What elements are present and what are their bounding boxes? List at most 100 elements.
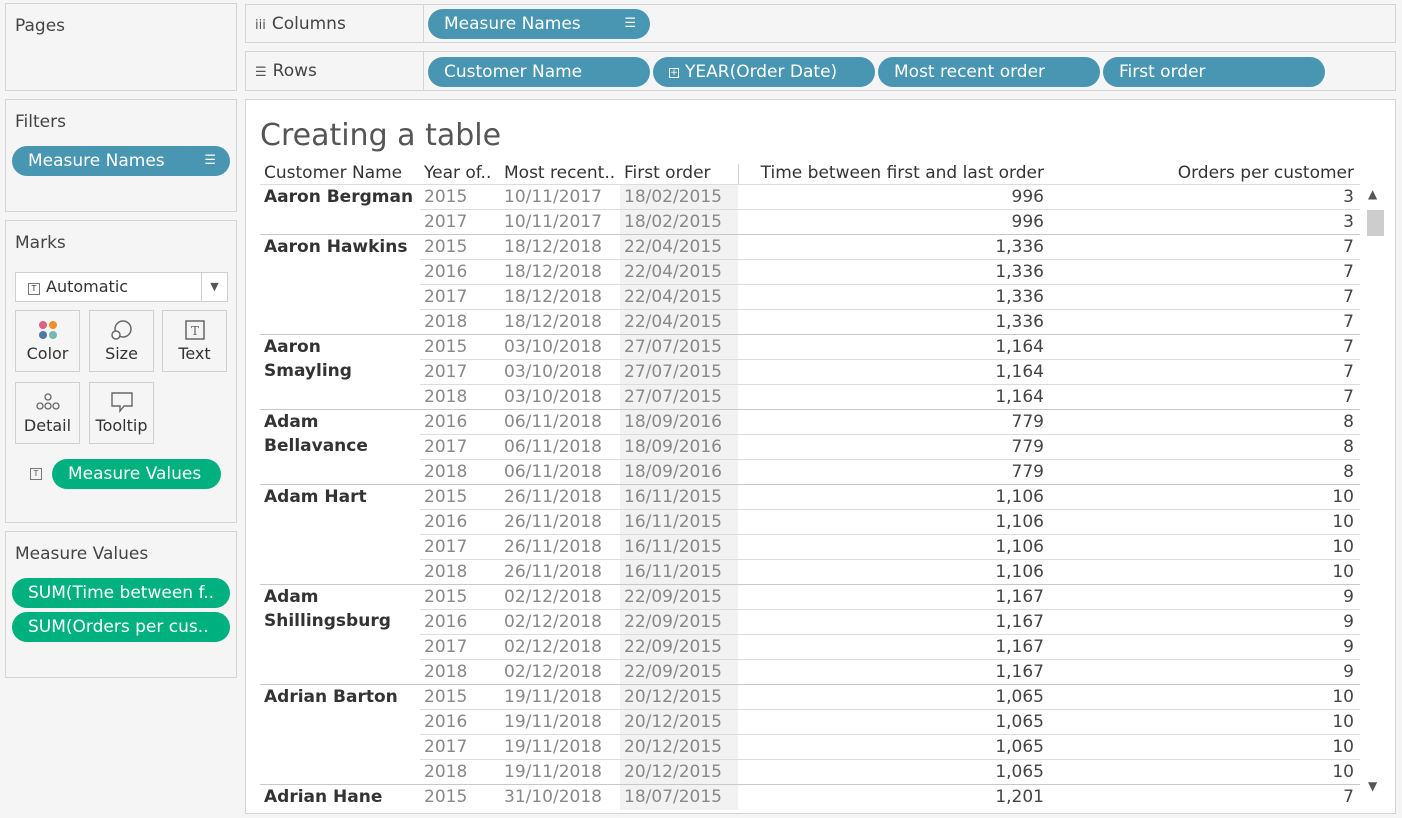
- cell-most-recent[interactable]: 26/11/2018: [504, 535, 616, 560]
- cell-time-between[interactable]: 1,167: [740, 660, 1044, 685]
- rows-pill-most-recent-order[interactable]: Most recent order: [878, 57, 1100, 87]
- cell-most-recent[interactable]: 26/11/2018: [504, 510, 616, 535]
- cell-orders-per-customer[interactable]: 10: [1126, 560, 1354, 585]
- header-most-recent[interactable]: Most recent..: [504, 163, 616, 183]
- cell-orders-per-customer[interactable]: 10: [1126, 485, 1354, 510]
- cell-orders-per-customer[interactable]: 7: [1126, 235, 1354, 260]
- customer-name-cell[interactable]: Aaron Bergman: [264, 185, 414, 209]
- cell-orders-per-customer[interactable]: 10: [1126, 535, 1354, 560]
- cell-time-between[interactable]: 1,065: [740, 735, 1044, 760]
- cell-most-recent[interactable]: 26/11/2018: [504, 560, 616, 585]
- cell-time-between[interactable]: 779: [740, 435, 1044, 460]
- cell-year[interactable]: 2015: [424, 685, 496, 710]
- cell-first-order[interactable]: 22/04/2015: [624, 310, 736, 335]
- cell-most-recent[interactable]: 06/11/2018: [504, 435, 616, 460]
- cell-time-between[interactable]: 1,336: [740, 260, 1044, 285]
- cell-first-order[interactable]: 22/04/2015: [624, 235, 736, 260]
- filters-card[interactable]: Filters Measure Names ☰: [5, 99, 237, 212]
- cell-first-order[interactable]: 22/09/2015: [624, 610, 736, 635]
- cell-time-between[interactable]: 779: [740, 410, 1044, 435]
- cell-time-between[interactable]: 1,167: [740, 635, 1044, 660]
- cell-first-order[interactable]: 22/09/2015: [624, 635, 736, 660]
- header-first-order[interactable]: First order: [624, 163, 736, 183]
- cell-most-recent[interactable]: 03/10/2018: [504, 385, 616, 410]
- cell-year[interactable]: 2015: [424, 335, 496, 360]
- cell-most-recent[interactable]: 10/11/2017: [504, 185, 616, 210]
- cell-time-between[interactable]: 1,336: [740, 285, 1044, 310]
- cell-year[interactable]: 2018: [424, 310, 496, 335]
- cell-first-order[interactable]: 22/09/2015: [624, 660, 736, 685]
- cell-most-recent[interactable]: 19/11/2018: [504, 710, 616, 735]
- cell-most-recent[interactable]: 19/11/2018: [504, 685, 616, 710]
- cell-most-recent[interactable]: 03/10/2018: [504, 360, 616, 385]
- cell-time-between[interactable]: 1,106: [740, 485, 1044, 510]
- cell-year[interactable]: 2018: [424, 560, 496, 585]
- cell-year[interactable]: 2015: [424, 785, 496, 810]
- size-button[interactable]: Size: [89, 310, 154, 372]
- cell-orders-per-customer[interactable]: 7: [1126, 335, 1354, 360]
- cell-first-order[interactable]: 22/09/2015: [624, 585, 736, 610]
- cell-first-order[interactable]: 18/09/2016: [624, 410, 736, 435]
- cell-year[interactable]: 2015: [424, 485, 496, 510]
- cell-time-between[interactable]: 1,065: [740, 685, 1044, 710]
- cell-orders-per-customer[interactable]: 10: [1126, 685, 1354, 710]
- cell-orders-per-customer[interactable]: 10: [1126, 510, 1354, 535]
- filter-pill-measure-names[interactable]: Measure Names ☰: [12, 146, 230, 176]
- cell-year[interactable]: 2016: [424, 510, 496, 535]
- cell-time-between[interactable]: 1,065: [740, 760, 1044, 785]
- cell-time-between[interactable]: 1,164: [740, 360, 1044, 385]
- rows-pill-customer-name[interactable]: Customer Name: [428, 57, 650, 87]
- cell-time-between[interactable]: 1,106: [740, 560, 1044, 585]
- mark-type-dropdown[interactable]: T Automatic ▼: [15, 272, 228, 302]
- cell-time-between[interactable]: 996: [740, 185, 1044, 210]
- customer-name-cell[interactable]: Adam Bellavance: [264, 410, 414, 458]
- cell-year[interactable]: 2016: [424, 260, 496, 285]
- header-year[interactable]: Year of..: [424, 163, 499, 183]
- cell-first-order[interactable]: 20/12/2015: [624, 760, 736, 785]
- customer-name-cell[interactable]: Adam Hart: [264, 485, 414, 509]
- cell-orders-per-customer[interactable]: 7: [1126, 385, 1354, 410]
- cell-first-order[interactable]: 18/02/2015: [624, 210, 736, 235]
- cell-year[interactable]: 2016: [424, 410, 496, 435]
- cell-most-recent[interactable]: 02/12/2018: [504, 610, 616, 635]
- cell-most-recent[interactable]: 19/11/2018: [504, 735, 616, 760]
- text-button[interactable]: T Text: [162, 310, 227, 372]
- cell-time-between[interactable]: 1,201: [740, 785, 1044, 810]
- cell-most-recent[interactable]: 02/12/2018: [504, 585, 616, 610]
- cell-year[interactable]: 2018: [424, 760, 496, 785]
- cell-first-order[interactable]: 20/12/2015: [624, 710, 736, 735]
- cell-orders-per-customer[interactable]: 10: [1126, 710, 1354, 735]
- cell-year[interactable]: 2015: [424, 185, 496, 210]
- cell-most-recent[interactable]: 31/10/2018: [504, 785, 616, 810]
- cell-orders-per-customer[interactable]: 3: [1126, 210, 1354, 235]
- cell-time-between[interactable]: 1,336: [740, 310, 1044, 335]
- cell-first-order[interactable]: 16/11/2015: [624, 510, 736, 535]
- cell-time-between[interactable]: 1,164: [740, 335, 1044, 360]
- measure-value-pill-time-between[interactable]: SUM(Time between f..: [12, 578, 230, 608]
- measure-value-pill-orders-per-customer[interactable]: SUM(Orders per cus..: [12, 612, 230, 642]
- header-orders-per-customer[interactable]: Orders per customer: [1126, 163, 1354, 183]
- cell-year[interactable]: 2015: [424, 235, 496, 260]
- scroll-thumb[interactable]: [1367, 210, 1384, 236]
- cell-year[interactable]: 2018: [424, 385, 496, 410]
- cell-orders-per-customer[interactable]: 7: [1126, 310, 1354, 335]
- customer-name-cell[interactable]: Adrian Hane: [264, 785, 414, 809]
- cell-most-recent[interactable]: 10/11/2017: [504, 210, 616, 235]
- cell-first-order[interactable]: 18/09/2016: [624, 460, 736, 485]
- cell-time-between[interactable]: 779: [740, 460, 1044, 485]
- cell-most-recent[interactable]: 19/11/2018: [504, 760, 616, 785]
- cell-first-order[interactable]: 18/02/2015: [624, 185, 736, 210]
- vertical-scrollbar[interactable]: ▲ ▼: [1364, 183, 1386, 801]
- cell-time-between[interactable]: 1,164: [740, 385, 1044, 410]
- cell-time-between[interactable]: 1,106: [740, 510, 1044, 535]
- cell-first-order[interactable]: 18/07/2015: [624, 785, 736, 810]
- cell-first-order[interactable]: 18/09/2016: [624, 435, 736, 460]
- cell-orders-per-customer[interactable]: 7: [1126, 285, 1354, 310]
- cell-year[interactable]: 2018: [424, 660, 496, 685]
- cell-time-between[interactable]: 1,167: [740, 585, 1044, 610]
- header-time-between[interactable]: Time between first and last order: [740, 163, 1044, 183]
- cell-first-order[interactable]: 20/12/2015: [624, 685, 736, 710]
- cell-orders-per-customer[interactable]: 8: [1126, 435, 1354, 460]
- cell-year[interactable]: 2015: [424, 585, 496, 610]
- cell-year[interactable]: 2017: [424, 735, 496, 760]
